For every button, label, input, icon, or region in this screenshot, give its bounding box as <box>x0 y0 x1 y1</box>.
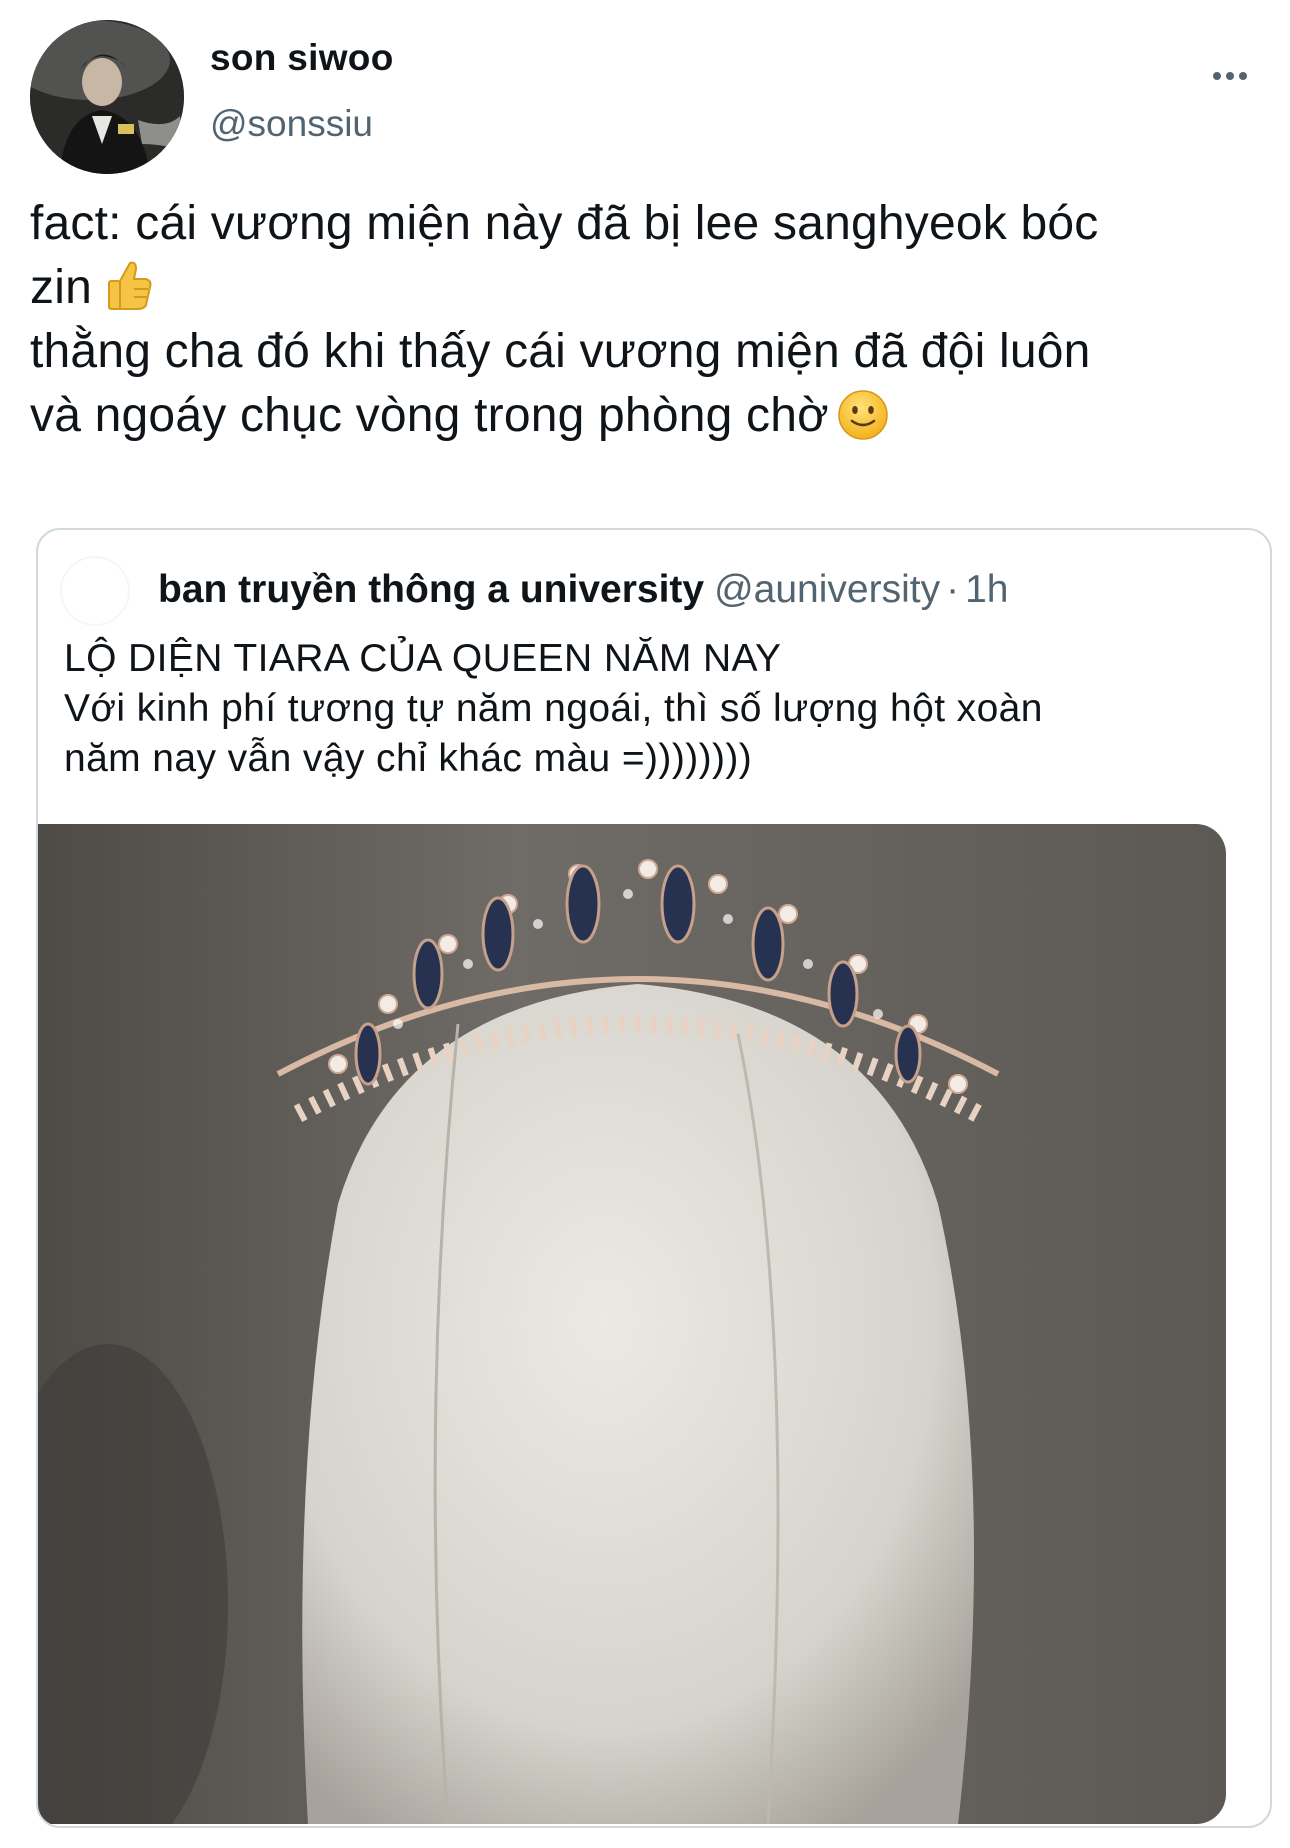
handle[interactable]: @sonssiu <box>210 100 394 148</box>
tweet-text: fact: cái vương miện này đã bị lee sangh… <box>30 192 1270 448</box>
tweet-text-line: thằng cha đó khi thấy cái vương miện đã … <box>30 320 1270 384</box>
author-names: son siwoo @sonssiu <box>210 34 394 148</box>
thumbs-up-icon <box>107 261 152 310</box>
quoted-tweet[interactable]: ban truyền thông a university @auniversit… <box>36 528 1272 1828</box>
tweet-line-2: zin <box>30 261 92 314</box>
separator-dot: · <box>946 568 960 611</box>
display-name[interactable]: son siwoo <box>210 34 394 82</box>
quoted-line-2: Với kinh phí tương tự năm ngoái, thì số … <box>64 687 1043 730</box>
tweet-line-4: và ngoáy chục vòng trong phòng chờ <box>30 389 829 442</box>
tweet-line-1: fact: cái vương miện này đã bị lee sangh… <box>30 197 1099 250</box>
dot <box>1213 72 1221 80</box>
quoted-tweet-text: LỘ DIỆN TIARA CỦA QUEEN NĂM NAY Với kinh… <box>64 634 1244 784</box>
tweet-header: son siwoo @sonssiu <box>30 20 1260 175</box>
quoted-avatar[interactable] <box>60 556 130 626</box>
slightly-smiling-face-icon <box>838 390 888 440</box>
tweet-text-line: và ngoáy chục vòng trong phòng chờ <box>30 384 1270 448</box>
avatar[interactable] <box>30 20 184 174</box>
tweet-line-3: thằng cha đó khi thấy cái vương miện đã … <box>30 325 1091 378</box>
tweet: son siwoo @sonssiu fact: cái vương miện … <box>0 0 1290 1848</box>
quoted-handle[interactable]: @auniversity <box>714 568 940 611</box>
quoted-line-3: năm nay vẫn vậy chỉ khác màu =)))))))) <box>64 737 753 780</box>
quoted-timestamp[interactable]: 1h <box>965 568 1008 611</box>
avatar-photo <box>30 20 184 174</box>
tweet-text-line: fact: cái vương miện này đã bị lee sangh… <box>30 192 1270 256</box>
quoted-tweet-header: ban truyền thông a university @auniversit… <box>60 556 1248 626</box>
more-dots-icon[interactable] <box>1200 56 1260 96</box>
tiara-photo <box>38 824 1226 1824</box>
quoted-media-image[interactable] <box>38 824 1226 1824</box>
tweet-text-line: zin <box>30 256 1270 320</box>
quoted-display-name[interactable]: ban truyền thông a university <box>158 568 704 611</box>
quoted-line-1: LỘ DIỆN TIARA CỦA QUEEN NĂM NAY <box>64 637 782 680</box>
dot <box>1239 72 1247 80</box>
dot <box>1226 72 1234 80</box>
quoted-meta: ban truyền thông a university @auniversit… <box>158 562 1008 618</box>
